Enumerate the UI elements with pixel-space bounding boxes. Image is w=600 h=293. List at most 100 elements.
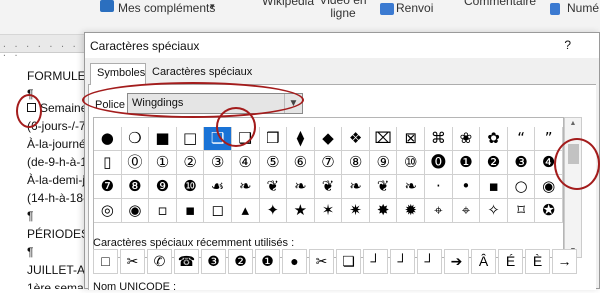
recent-symbol-cell[interactable]: È [525,249,550,274]
doc-line[interactable]: PÉRIODES- [27,227,84,241]
recent-symbol-cell[interactable]: ● [282,249,307,274]
symbol-cell[interactable]: ❷ [480,151,508,175]
symbol-cell[interactable]: ❧ [287,175,315,199]
symbol-cell[interactable]: ” [535,127,563,151]
symbol-cell[interactable]: ▪ [176,199,205,223]
tab-symboles[interactable]: Symboles [90,63,146,85]
symbol-cell[interactable]: ⑤ [259,151,288,175]
font-select[interactable]: Wingdings ▼ [127,93,303,114]
symbol-cell[interactable]: ❑ [231,127,260,151]
symbol-cell[interactable]: ⑦ [314,151,343,175]
doc-line[interactable]: Semaine [40,101,84,115]
doc-line[interactable]: JUILLET-AO [27,263,84,277]
recent-symbol-cell[interactable]: ❶ [255,249,280,274]
symbol-cell[interactable]: ■ [149,127,177,151]
mes-complements-button[interactable]: Mes compléments [118,1,215,15]
doc-line[interactable]: 1ère semai [27,281,84,289]
chevron-down-icon[interactable]: ▼ [284,94,302,113]
symbol-cell[interactable]: ○ [507,175,536,199]
recent-symbol-cell[interactable]: ❷ [228,249,253,274]
recent-symbol-cell[interactable]: ✆ [147,249,172,274]
doc-line[interactable]: (6-jours-/-7 [27,119,84,133]
symbol-cell[interactable]: ❦ [369,175,398,199]
symbol-cell[interactable]: ❽ [121,175,150,199]
tab-caracteres-speciaux[interactable]: Caractères spéciaux [146,63,259,84]
symbol-cell[interactable]: ● [94,127,122,151]
symbol-cell[interactable]: ✪ [535,199,563,223]
video-en-ligne-button[interactable]: Vidéo en ligne [318,0,368,20]
symbol-cell[interactable]: ⑨ [369,151,398,175]
recent-symbol-cell[interactable]: ☎ [174,249,199,274]
symbol-cell[interactable]: □ [176,127,205,151]
symbol-cell[interactable]: ✸ [369,199,398,223]
symbol-cell[interactable]: ❧ [342,175,370,199]
symbol-cell[interactable]: “ [507,127,536,151]
scroll-thumb[interactable] [568,144,579,164]
symbol-cell[interactable]: ⌖ [452,199,481,223]
doc-line[interactable]: À-la-journé [27,137,84,151]
symbol-cell[interactable]: ⌧ [369,127,398,151]
commentaire-button[interactable]: Commentaire [464,0,536,8]
symbol-cell[interactable]: ⑥ [287,151,315,175]
document-area[interactable]: · · · · · · · · · FORMULE- ¶ Semaine (6-… [0,35,84,289]
symbol-cell[interactable]: ✧ [480,199,508,223]
symbol-cell[interactable]: ② [176,151,205,175]
symbol-cell[interactable]: ❧ [397,175,426,199]
doc-line[interactable]: ¶ [27,87,33,101]
symbol-cell[interactable]: ❏ [204,127,232,151]
doc-line[interactable]: ¶ [27,209,33,223]
symbol-cell[interactable]: ⌘ [425,127,453,151]
recent-symbol-cell[interactable]: É [498,249,523,274]
symbol-cell[interactable]: ⌖ [425,199,453,223]
symbol-cell[interactable]: ① [149,151,177,175]
recent-symbol-cell[interactable]: ✂ [309,249,334,274]
symbol-cell[interactable]: ❶ [452,151,481,175]
symbol-cell[interactable]: ❖ [342,127,370,151]
symbol-cell[interactable]: ✦ [259,199,288,223]
recent-symbol-cell[interactable]: ❏ [336,249,361,274]
recent-symbol-cell[interactable]: □ [93,249,118,274]
symbol-cell[interactable]: ★ [287,199,315,223]
symbol-cell[interactable]: ❒ [259,127,288,151]
inserted-checkbox-symbol[interactable] [27,103,36,112]
symbol-cell[interactable]: ❾ [149,175,177,199]
symbol-cell[interactable]: ❿ [176,175,205,199]
symbol-cell[interactable]: ❀ [452,127,481,151]
recent-symbol-cell[interactable]: ┘ [363,249,388,274]
symbol-cell[interactable]: ❸ [507,151,536,175]
dropdown-arrow-icon[interactable]: ▾ [210,1,215,12]
doc-line[interactable]: À-la-demi-j [27,173,84,187]
symbol-cell[interactable]: ⊠ [397,127,426,151]
symbol-cell[interactable]: ✶ [314,199,343,223]
symbol-grid-scrollbar[interactable]: ▲ ▼ [564,117,582,258]
scroll-up-arrow-icon[interactable]: ▲ [565,118,581,130]
symbol-cell[interactable]: ⧫ [287,127,315,151]
doc-line[interactable]: (14-h-à-18- [27,191,84,205]
symbol-cell[interactable]: ③ [204,151,232,175]
symbol-cell[interactable]: ◆ [314,127,343,151]
symbol-cell[interactable]: ✷ [342,199,370,223]
symbol-cell[interactable]: ❦ [314,175,343,199]
symbol-cell[interactable]: ❧ [231,175,260,199]
symbol-cell[interactable]: ▪ [480,175,508,199]
symbol-cell[interactable]: • [452,175,481,199]
recent-symbol-cell[interactable]: ✂ [120,249,145,274]
symbol-cell[interactable]: ❍ [121,127,150,151]
symbol-cell[interactable]: ⓪ [121,151,150,175]
dialog-titlebar[interactable]: Caractères spéciaux ? [85,33,599,58]
doc-line[interactable]: FORMULE- [27,69,84,83]
symbol-cell[interactable]: ▫ [149,199,177,223]
symbol-cell[interactable]: ▯ [94,151,122,175]
recent-symbol-cell[interactable]: ❸ [201,249,226,274]
symbol-cell[interactable]: ⑧ [342,151,370,175]
symbol-cell[interactable]: ◉ [121,199,150,223]
symbol-cell[interactable]: ▴ [231,199,260,223]
symbol-cell[interactable]: ⑩ [397,151,426,175]
help-button[interactable]: ? [564,38,571,52]
doc-line[interactable]: ¶ [27,245,33,259]
recent-symbol-cell[interactable]: ┘ [417,249,442,274]
recent-symbol-cell[interactable]: → [552,249,577,274]
symbol-cell[interactable]: ◉ [535,175,563,199]
recent-symbol-cell[interactable]: ┘ [390,249,415,274]
wikipedia-button[interactable]: Wikipédia [262,0,314,8]
